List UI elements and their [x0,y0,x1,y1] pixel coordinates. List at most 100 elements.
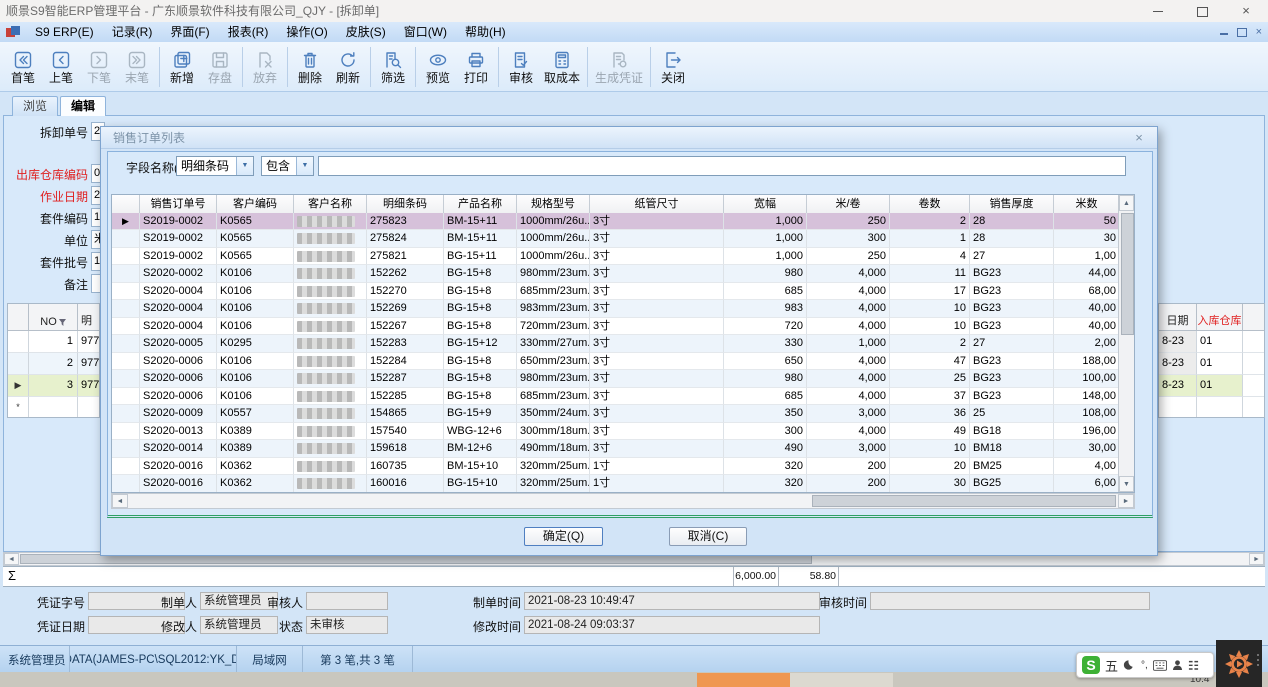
toolbar-button-delete[interactable]: 删除 [291,48,329,85]
toolbar-button-audit[interactable]: 审核 [502,48,540,85]
footer-field[interactable] [870,592,1150,610]
row-selector[interactable] [112,440,140,458]
menu-item-2[interactable]: 界面(F) [161,22,218,42]
row-selector[interactable] [8,353,29,375]
column-header-7[interactable]: 宽幅 [724,195,807,214]
keyboard-icon[interactable] [1153,660,1167,671]
column-header-6[interactable]: 纸管尺寸 [590,195,724,214]
ime-toolbar[interactable]: S 五 °, [1076,652,1214,678]
menu-item-7[interactable]: 帮助(H) [456,22,515,42]
table-row[interactable]: S2019-0002K0565275821BG-15+111000mm/26u.… [112,248,1134,266]
toolbar-button-refresh[interactable]: 刷新 [329,48,367,85]
toolbar-button-first-record[interactable]: 首笔 [4,48,42,85]
column-header-10[interactable]: 销售厚度 [970,195,1054,214]
minimize-button[interactable] [1136,0,1180,22]
toolbar-button-cost[interactable]: 取成本 [540,48,584,85]
menu-item-6[interactable]: 窗口(W) [395,22,456,42]
tab-edit[interactable]: 编辑 [60,96,106,116]
table-row[interactable]: S2020-0004K0106152269BG-15+8983mm/23um..… [112,300,1134,318]
footer-field[interactable]: 未审核 [306,616,388,634]
row-selector[interactable] [112,458,140,476]
row-selector[interactable] [112,388,140,406]
column-header-5[interactable]: 规格型号 [517,195,590,214]
column-header-2[interactable]: 客户名称 [294,195,367,214]
menu-item-3[interactable]: 报表(R) [219,22,278,42]
chevron-down-icon[interactable]: ▼ [296,157,313,175]
table-row[interactable]: S2020-0016K0362160016BG-15+10320mm/25um.… [112,475,1134,493]
toolbar-button-filter[interactable]: 筛选 [374,48,412,85]
tray-app[interactable] [1216,640,1262,687]
toolbar-button-preview[interactable]: 预览 [419,48,457,85]
row-selector[interactable]: * [8,397,29,418]
dialog-horizontal-scrollbar[interactable]: ◄ ► [111,493,1135,509]
filter-operator-select[interactable]: 包含 ▼ [261,156,314,176]
scroll-down-icon[interactable]: ▼ [1119,476,1134,492]
ime-mode[interactable]: 五 [1105,656,1118,675]
filter-value-input[interactable] [318,156,1126,176]
column-header-8[interactable]: 米/卷 [807,195,890,214]
sogou-logo-icon[interactable]: S [1082,656,1100,674]
menu-item-0[interactable]: S9 ERP(E) [26,22,103,42]
toolbar-button-prev-record[interactable]: 上笔 [42,48,80,85]
tab-browse[interactable]: 浏览 [12,96,58,116]
column-header-4[interactable]: 产品名称 [444,195,517,214]
row-selector[interactable] [112,248,140,266]
scroll-right-icon[interactable]: ► [1118,494,1134,508]
moon-icon[interactable] [1123,659,1136,672]
scroll-left-icon[interactable]: ◄ [112,494,128,508]
table-row[interactable]: S2020-0004K0106152270BG-15+8685mm/23um..… [112,283,1134,301]
column-header-1[interactable]: 客户编码 [217,195,294,214]
table-row[interactable]: S2020-0013K0389157540WBG-12+6300mm/18um.… [112,423,1134,441]
scroll-left-icon[interactable]: ◄ [4,553,19,565]
footer-field[interactable] [306,592,388,610]
mdi-minimize-button[interactable] [1220,33,1228,35]
table-row[interactable]: S2020-0002K0106152262BG-15+8980mm/23um..… [112,265,1134,283]
ok-button[interactable]: 确定(Q) [524,527,603,546]
row-selector[interactable] [112,265,140,283]
row-selector[interactable] [112,423,140,441]
column-header-9[interactable]: 卷数 [890,195,970,214]
maximize-button[interactable] [1180,0,1224,22]
row-selector[interactable] [112,405,140,423]
column-header-11[interactable]: 米数 [1054,195,1120,214]
cancel-button[interactable]: 取消(C) [669,527,747,546]
menu-item-1[interactable]: 记录(R) [103,22,162,42]
table-row[interactable]: S2020-0004K0106152267BG-15+8720mm/23um..… [112,318,1134,336]
table-row[interactable]: S2020-0006K0106152287BG-15+8980mm/23um..… [112,370,1134,388]
row-selector[interactable] [112,475,140,493]
scrollbar-thumb[interactable] [812,495,1116,507]
mdi-restore-button[interactable] [1237,28,1247,37]
scrollbar-thumb[interactable] [1121,213,1134,335]
row-selector[interactable] [112,318,140,336]
chevron-down-icon[interactable]: ▼ [236,157,253,175]
user-icon[interactable] [1172,659,1183,671]
table-row[interactable]: S2020-0006K0106152285BG-15+8685mm/23um..… [112,388,1134,406]
menu-item-5[interactable]: 皮肤(S) [337,22,395,42]
dialog-titlebar[interactable]: 销售订单列表 × [101,127,1157,149]
punctuation-toggle[interactable]: °, [1141,660,1148,671]
row-selector[interactable] [112,230,140,248]
scroll-up-icon[interactable]: ▲ [1119,195,1134,211]
toolbar-button-close[interactable]: 关闭 [654,48,692,85]
mdi-close-button[interactable]: × [1256,26,1262,38]
toolbox-grid-icon[interactable] [1188,660,1199,671]
row-selector[interactable] [112,370,140,388]
menu-item-4[interactable]: 操作(O) [277,22,336,42]
filter-field-select[interactable]: 明细条码 ▼ [176,156,254,176]
footer-field[interactable]: 2021-08-24 09:03:37 [524,616,820,634]
scroll-right-icon[interactable]: ► [1249,553,1264,565]
toolbar-button-add[interactable]: 新增 [163,48,201,85]
row-selector[interactable] [8,331,29,353]
row-selector[interactable] [112,283,140,301]
row-selector[interactable]: ▶ [8,375,29,397]
table-row[interactable]: S2020-0005K0295152283BG-15+12330mm/27um.… [112,335,1134,353]
row-selector[interactable] [112,353,140,371]
dialog-close-icon[interactable]: × [1129,127,1149,149]
table-row[interactable]: S2020-0009K0557154865BG-15+9350mm/24um..… [112,405,1134,423]
column-header-0[interactable]: 销售订单号 [140,195,217,214]
close-button[interactable]: × [1224,0,1268,22]
row-selector[interactable] [112,335,140,353]
dialog-vertical-scrollbar[interactable]: ▲▼ [1118,195,1134,492]
column-header-3[interactable]: 明细条码 [367,195,444,214]
table-row[interactable]: S2020-0016K0362160735BM-15+10320mm/25um.… [112,458,1134,476]
